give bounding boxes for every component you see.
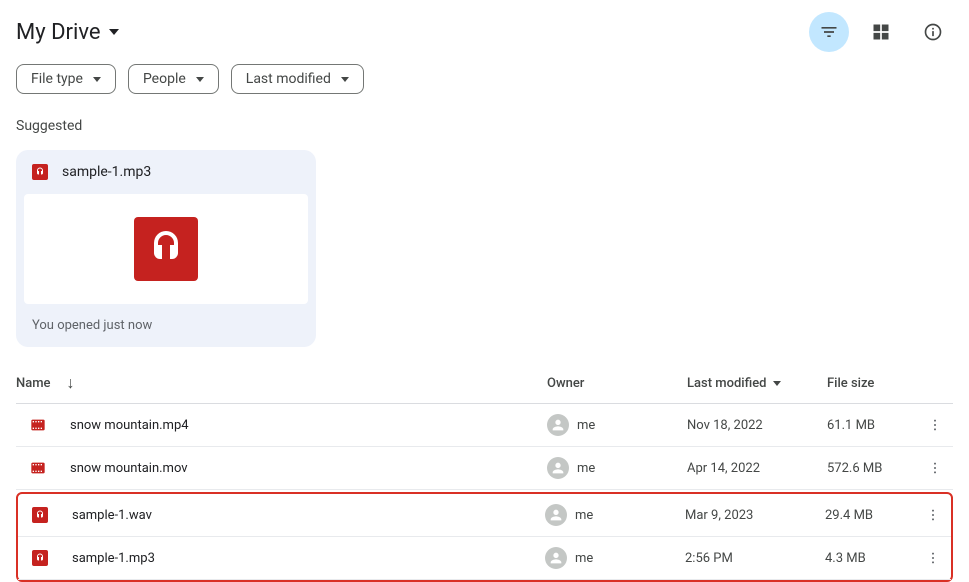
avatar [545,504,567,526]
column-size[interactable]: File size [827,376,917,391]
avatar [545,547,567,569]
video-icon [30,460,50,476]
column-name[interactable]: Name [16,376,51,391]
chevron-down-icon [773,381,781,386]
chevron-down-icon [196,77,204,82]
suggested-footer: You opened just now [16,304,316,347]
video-icon [30,417,50,433]
filter-icon [819,22,839,42]
suggested-preview [24,194,308,304]
file-name: sample-1.wav [52,508,545,523]
audio-icon [32,550,52,566]
suggested-label: Suggested [0,110,969,142]
owner-cell: me [547,457,687,479]
table-row[interactable]: snow mountain.movmeApr 14, 2022572.6 MB [16,447,953,490]
more-actions-button[interactable] [917,417,953,433]
filter-button[interactable] [809,12,849,52]
chevron-down-icon [341,77,349,82]
audio-icon [32,164,48,180]
owner-cell: me [545,547,685,569]
grid-icon [871,22,891,42]
modified-cell: 2:56 PM [685,551,825,566]
file-name: snow mountain.mov [50,461,547,476]
modified-cell: Apr 14, 2022 [687,461,827,476]
more-vertical-icon [927,417,943,433]
page-title: My Drive [16,20,101,45]
more-actions-button[interactable] [915,507,951,523]
column-modified[interactable]: Last modified [687,376,827,391]
filter-label: File type [31,71,83,87]
chevron-down-icon [109,29,119,35]
more-vertical-icon [927,460,943,476]
filter-people[interactable]: People [128,64,219,94]
suggested-file-name: sample-1.mp3 [62,164,151,180]
avatar [547,457,569,479]
filter-label: Last modified [246,71,331,87]
audio-icon [32,507,52,523]
file-name: snow mountain.mp4 [50,418,547,433]
size-cell: 29.4 MB [825,508,915,523]
filter-label: People [143,71,186,87]
more-vertical-icon [925,507,941,523]
table-row[interactable]: sample-1.mp3me2:56 PM4.3 MB [18,537,951,580]
table-header: Name ↓ Owner Last modified File size [16,363,953,404]
filter-last-modified[interactable]: Last modified [231,64,364,94]
more-actions-button[interactable] [917,460,953,476]
more-actions-button[interactable] [915,550,951,566]
audio-icon [134,217,198,281]
arrow-down-icon: ↓ [67,373,75,393]
suggested-card[interactable]: sample-1.mp3 You opened just now [16,150,316,347]
avatar [547,414,569,436]
info-icon [923,22,943,42]
column-owner[interactable]: Owner [547,376,687,391]
chevron-down-icon [93,77,101,82]
size-cell: 4.3 MB [825,551,915,566]
grid-view-button[interactable] [861,12,901,52]
more-vertical-icon [925,550,941,566]
table-row[interactable]: snow mountain.mp4meNov 18, 202261.1 MB [16,404,953,447]
location-breadcrumb[interactable]: My Drive [16,20,119,45]
modified-cell: Mar 9, 2023 [685,508,825,523]
owner-cell: me [545,504,685,526]
owner-cell: me [547,414,687,436]
filter-file-type[interactable]: File type [16,64,116,94]
size-cell: 61.1 MB [827,418,917,433]
size-cell: 572.6 MB [827,461,917,476]
file-name: sample-1.mp3 [52,551,545,566]
info-button[interactable] [913,12,953,52]
modified-cell: Nov 18, 2022 [687,418,827,433]
table-row[interactable]: sample-1.wavmeMar 9, 202329.4 MB [18,494,951,537]
